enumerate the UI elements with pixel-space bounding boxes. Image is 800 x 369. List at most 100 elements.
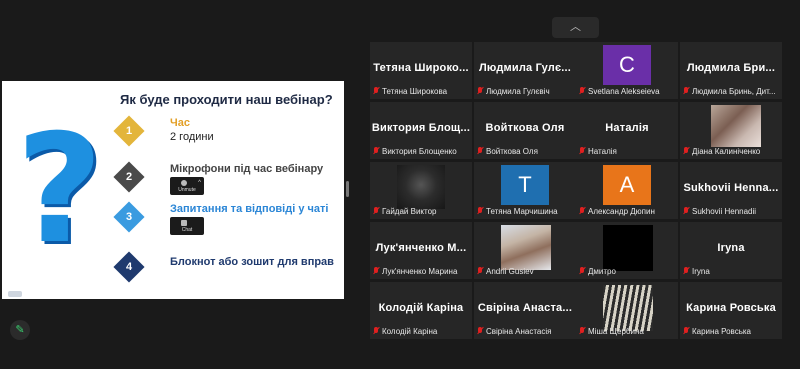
- participant-label-text: Iryna: [692, 267, 710, 276]
- participant-tile[interactable]: Карина Ровська Карина Ровська: [680, 282, 782, 339]
- muted-mic-icon: [579, 267, 585, 275]
- participant-display-name: Наталія: [605, 122, 649, 134]
- participant-video: [711, 105, 761, 147]
- participant-label-text: Міша Щербина: [588, 327, 644, 336]
- slide-step-1: 1 Час 2 години: [113, 115, 344, 151]
- participant-name-label: Гайдай Виктор: [373, 206, 470, 217]
- participant-label-text: Виктория Блощенко: [382, 147, 457, 156]
- muted-mic-icon: [373, 147, 379, 155]
- participant-video: [603, 225, 653, 271]
- step-1-sub: 2 години: [170, 131, 214, 143]
- participant-display-name: Войткова Оля: [485, 122, 565, 134]
- unmute-mini-screenshot: ^ Unmute: [170, 177, 204, 195]
- participant-video: [501, 225, 551, 270]
- participant-tile[interactable]: Виктория Блощ... Виктория Блощенко: [370, 102, 472, 159]
- participant-label-text: Наталія: [588, 147, 617, 156]
- participant-tile[interactable]: A Александр Дюпин: [576, 162, 678, 219]
- muted-mic-icon: [579, 87, 585, 95]
- participant-tile[interactable]: Людмила Гулє... Людмила Гулєвіч: [474, 42, 576, 99]
- participant-tile[interactable]: T Тетяна Марчишина: [474, 162, 576, 219]
- avatar: T: [501, 165, 549, 205]
- question-mark-graphic: ?: [16, 103, 104, 277]
- participant-label-text: Лук'янченко Марина: [382, 267, 458, 276]
- participant-display-name: Виктория Блощ...: [371, 122, 471, 134]
- participant-label-text: Тетяна Марчишина: [486, 207, 558, 216]
- participant-name-label: Карина Ровська: [683, 326, 780, 337]
- participant-tile[interactable]: Тетяна Широко... Тетяна Широкова: [370, 42, 472, 99]
- participant-label-text: Дмитро: [588, 267, 616, 276]
- participant-tile[interactable]: Гайдай Виктор: [370, 162, 472, 219]
- step-4-number: 4: [125, 261, 133, 273]
- participant-display-name: Лук'янченко М...: [375, 242, 467, 254]
- muted-mic-icon: [683, 87, 689, 95]
- muted-mic-icon: [373, 267, 379, 275]
- participant-tile[interactable]: Наталія Наталія: [576, 102, 678, 159]
- participant-name-label: Свіріна Анастасія: [477, 326, 574, 337]
- participant-name-label: Наталія: [579, 146, 676, 157]
- participant-tile[interactable]: Лук'янченко М... Лук'янченко Марина: [370, 222, 472, 279]
- muted-mic-icon: [477, 327, 483, 335]
- participant-label-text: Тетяна Широкова: [382, 87, 448, 96]
- slide-title: Як буде проходити наш вебінар?: [120, 92, 333, 107]
- avatar: A: [603, 165, 651, 205]
- pencil-icon: ✎: [15, 324, 25, 336]
- participant-display-name: Колодій Каріна: [378, 302, 464, 314]
- participant-tile[interactable]: Iryna Iryna: [680, 222, 782, 279]
- participant-name-label: Міша Щербина: [579, 326, 676, 337]
- participant-tile[interactable]: Sukhovii Henna... Sukhovii Hennadii: [680, 162, 782, 219]
- participant-label-text: Діана Калиніченко: [692, 147, 761, 156]
- chat-mini-label: Chat: [181, 227, 193, 233]
- participant-name-label: Sukhovii Hennadii: [683, 206, 780, 217]
- participant-name-label: Тетяна Широкова: [373, 86, 470, 97]
- collapse-gallery-button[interactable]: ︿: [552, 17, 599, 38]
- participant-tile[interactable]: Людмила Бри... Людмила Бринь, Дит...: [680, 42, 782, 99]
- participant-video: [397, 165, 445, 209]
- step-4-text: Блокнот або зошит для вправ: [170, 256, 334, 268]
- muted-mic-icon: [477, 147, 483, 155]
- participant-name-label: Iryna: [683, 266, 780, 277]
- annotate-pencil-button[interactable]: ✎: [10, 320, 30, 340]
- participant-display-name: Sukhovii Henna...: [683, 182, 779, 194]
- caret-up-icon: ^: [198, 180, 201, 186]
- participant-name-label: Andrii Gusiev: [477, 266, 574, 277]
- participant-display-name: Iryna: [717, 242, 745, 254]
- panel-resize-handle[interactable]: [346, 181, 349, 197]
- participant-label-text: Людмила Бринь, Дит...: [692, 87, 776, 96]
- step-1-text: Час: [170, 117, 190, 129]
- participant-tile[interactable]: Andrii Gusiev: [474, 222, 576, 279]
- participant-tile[interactable]: C Svetlana Alekseieva: [576, 42, 678, 99]
- muted-mic-icon: [477, 87, 483, 95]
- participant-label-text: Гайдай Виктор: [382, 207, 437, 216]
- participant-tile[interactable]: Дмитро: [576, 222, 678, 279]
- participant-display-name: Тетяна Широко...: [373, 62, 469, 74]
- muted-mic-icon: [579, 207, 585, 215]
- participant-tile[interactable]: Свіріна Анаста... Свіріна Анастасія: [474, 282, 576, 339]
- muted-mic-icon: [373, 87, 379, 95]
- participant-name-label: Тетяна Марчишина: [477, 206, 574, 217]
- muted-mic-icon: [477, 267, 483, 275]
- muted-mic-icon: [683, 327, 689, 335]
- participant-name-label: Лук'янченко Марина: [373, 266, 470, 277]
- participant-name-label: Людмила Бринь, Дит...: [683, 86, 780, 97]
- participant-name-label: Діана Калиніченко: [683, 146, 780, 157]
- slide-step-2: 2 Мікрофони під час вебінару ^ Unmute: [113, 161, 344, 197]
- muted-mic-icon: [579, 327, 585, 335]
- participant-label-text: Александр Дюпин: [588, 207, 655, 216]
- participant-tile[interactable]: Міша Щербина: [576, 282, 678, 339]
- muted-mic-icon: [579, 147, 585, 155]
- participant-label-text: Людмила Гулєвіч: [486, 87, 550, 96]
- participant-label-text: Svetlana Alekseieva: [588, 87, 660, 96]
- slide-step-3: 3 Запитання та відповіді у чаті Chat: [113, 201, 344, 237]
- participant-tile[interactable]: Колодій Каріна Колодій Каріна: [370, 282, 472, 339]
- slide-step-4: 4 Блокнот або зошит для вправ: [113, 251, 344, 287]
- step-2-text: Мікрофони під час вебінару: [170, 163, 324, 175]
- participant-tile[interactable]: Діана Калиніченко: [680, 102, 782, 159]
- participant-display-name: Карина Ровська: [686, 302, 776, 314]
- participant-label-text: Sukhovii Hennadii: [692, 207, 757, 216]
- participant-display-name: Свіріна Анаста...: [477, 302, 573, 314]
- participant-tile[interactable]: Войткова Оля Войткова Оля: [474, 102, 576, 159]
- participant-label-text: Войткова Оля: [486, 147, 538, 156]
- participant-name-label: Виктория Блощенко: [373, 146, 470, 157]
- participant-name-label: Svetlana Alekseieva: [579, 86, 676, 97]
- muted-mic-icon: [683, 267, 689, 275]
